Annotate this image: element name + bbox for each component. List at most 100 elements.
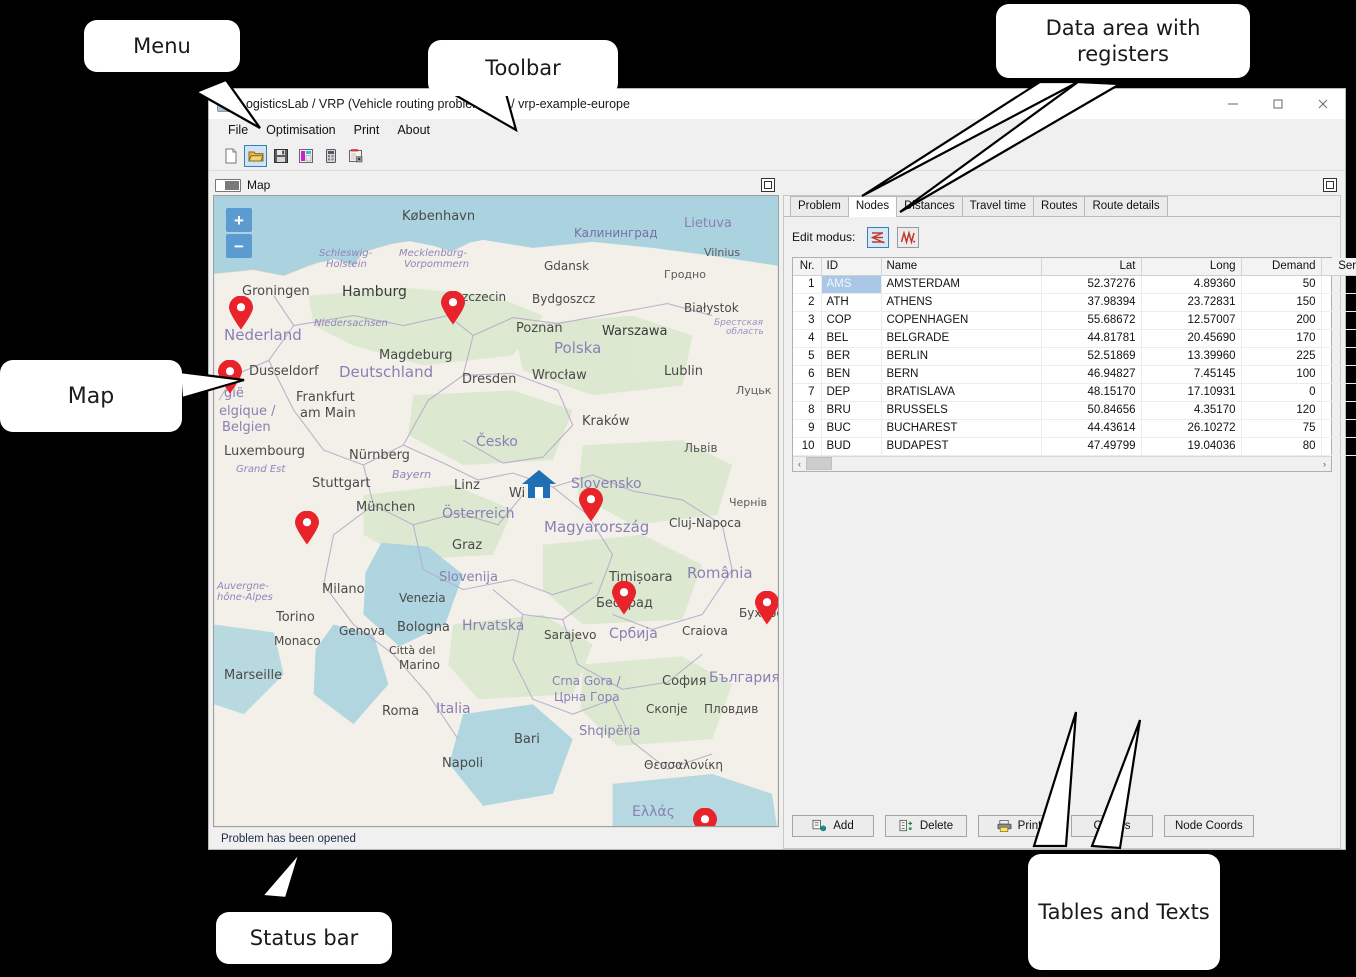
cell-name[interactable]: BERN: [881, 365, 1041, 383]
tab-travel-time[interactable]: Travel time: [962, 196, 1034, 216]
cell-long[interactable]: 23.72831: [1141, 293, 1241, 311]
scroll-thumb[interactable]: [806, 457, 832, 470]
cell-service[interactable]: 00:00: [1321, 437, 1356, 455]
new-document-icon[interactable]: [219, 145, 242, 167]
cell-lat[interactable]: 50.84656: [1041, 401, 1141, 419]
cell-lat[interactable]: 46.94827: [1041, 365, 1141, 383]
node-marker-bern[interactable]: [294, 511, 320, 545]
cell-name[interactable]: COPENHAGEN: [881, 311, 1041, 329]
table-row[interactable]: 6BENBERN46.948277.4514510000:00: [793, 365, 1356, 383]
table-row[interactable]: 5BERBERLIN52.5186913.3996022500:00: [793, 347, 1356, 365]
cell-lat[interactable]: 52.37276: [1041, 275, 1141, 293]
cell-demand[interactable]: 80: [1241, 437, 1321, 455]
node-marker-brussels[interactable]: [217, 360, 243, 394]
cell-long[interactable]: 26.10272: [1141, 419, 1241, 437]
cell-nr[interactable]: 3: [793, 311, 821, 329]
cell-demand[interactable]: 200: [1241, 311, 1321, 329]
cell-lat[interactable]: 55.68672: [1041, 311, 1141, 329]
cell-service[interactable]: 00:00: [1321, 383, 1356, 401]
close-button[interactable]: [1300, 89, 1345, 119]
table-row[interactable]: 2ATHATHENS37.9839423.7283115000:00: [793, 293, 1356, 311]
map-maximize-icon[interactable]: [761, 178, 775, 192]
cell-service[interactable]: 00:00: [1321, 329, 1356, 347]
tab-distances[interactable]: Distances: [896, 196, 963, 216]
maximize-button[interactable]: [1255, 89, 1300, 119]
column-header-service[interactable]: Service time: [1321, 258, 1356, 275]
zoom-in-button[interactable]: +: [226, 208, 252, 232]
cell-service[interactable]: 00:00: [1321, 401, 1356, 419]
cell-id[interactable]: BER: [821, 347, 881, 365]
cell-nr[interactable]: 7: [793, 383, 821, 401]
cell-service[interactable]: 00:00: [1321, 347, 1356, 365]
cell-nr[interactable]: 10: [793, 437, 821, 455]
node-marker-belgrade[interactable]: [611, 581, 637, 615]
node-marker-budapest[interactable]: [578, 488, 604, 522]
cell-nr[interactable]: 2: [793, 293, 821, 311]
menu-item-print[interactable]: Print: [345, 121, 389, 139]
cell-long[interactable]: 13.39960: [1141, 347, 1241, 365]
cell-service[interactable]: 00:00: [1321, 311, 1356, 329]
cell-id[interactable]: BRU: [821, 401, 881, 419]
cell-nr[interactable]: 4: [793, 329, 821, 347]
cell-nr[interactable]: 6: [793, 365, 821, 383]
tab-routes[interactable]: Routes: [1033, 196, 1085, 216]
column-header-nr[interactable]: Nr.: [793, 258, 821, 275]
cell-name[interactable]: AMSTERDAM: [881, 275, 1041, 293]
table-row[interactable]: 7DEPBRATISLAVA48.1517017.10931000:00: [793, 383, 1356, 401]
tab-route-details[interactable]: Route details: [1084, 196, 1167, 216]
cell-long[interactable]: 4.89360: [1141, 275, 1241, 293]
table-row[interactable]: 8BRUBRUSSELS50.846564.3517012000:00: [793, 401, 1356, 419]
save-disk-icon[interactable]: [269, 145, 292, 167]
cell-service[interactable]: 00:00: [1321, 365, 1356, 383]
node-marker-athens[interactable]: [692, 808, 718, 827]
cell-service[interactable]: 00:00: [1321, 419, 1356, 437]
cell-name[interactable]: BRATISLAVA: [881, 383, 1041, 401]
scroll-right-arrow[interactable]: ›: [1318, 459, 1331, 469]
column-header-lat[interactable]: Lat: [1041, 258, 1141, 275]
cell-demand[interactable]: 75: [1241, 419, 1321, 437]
add-button[interactable]: Add: [792, 815, 874, 837]
column-header-demand[interactable]: Demand: [1241, 258, 1321, 275]
calculator-icon[interactable]: [319, 145, 342, 167]
cell-name[interactable]: BUCHAREST: [881, 419, 1041, 437]
menu-item-optimisation[interactable]: Optimisation: [257, 121, 344, 139]
table-row[interactable]: 9BUCBUCHAREST44.4361426.102727500:00: [793, 419, 1356, 437]
cell-demand[interactable]: 120: [1241, 401, 1321, 419]
cell-lat[interactable]: 37.98394: [1041, 293, 1141, 311]
depot-marker-bratislava[interactable]: [521, 468, 557, 500]
cell-demand[interactable]: 0: [1241, 383, 1321, 401]
cell-demand[interactable]: 170: [1241, 329, 1321, 347]
cell-nr[interactable]: 9: [793, 419, 821, 437]
cell-name[interactable]: ATHENS: [881, 293, 1041, 311]
tab-nodes[interactable]: Nodes: [848, 196, 897, 217]
table-row[interactable]: 10BUDBUDAPEST47.4979919.040368000:00: [793, 437, 1356, 455]
map-toggle[interactable]: [215, 179, 241, 192]
cell-lat[interactable]: 52.51869: [1041, 347, 1141, 365]
cell-lat[interactable]: 48.15170: [1041, 383, 1141, 401]
table-row[interactable]: 1AMSAMSTERDAM52.372764.893605000:00: [793, 275, 1356, 293]
zoom-out-button[interactable]: −: [226, 234, 252, 258]
column-header-long[interactable]: Long: [1141, 258, 1241, 275]
save-report-icon[interactable]: [344, 145, 367, 167]
minimize-button[interactable]: [1210, 89, 1255, 119]
cell-nr[interactable]: 1: [793, 275, 821, 293]
cell-service[interactable]: 00:00: [1321, 275, 1356, 293]
cell-long[interactable]: 4.35170: [1141, 401, 1241, 419]
data-maximize-icon[interactable]: [1323, 178, 1337, 192]
cell-nr[interactable]: 5: [793, 347, 821, 365]
cell-name[interactable]: BERLIN: [881, 347, 1041, 365]
column-header-id[interactable]: ID: [821, 258, 881, 275]
cell-lat[interactable]: 44.81781: [1041, 329, 1141, 347]
cell-name[interactable]: BUDAPEST: [881, 437, 1041, 455]
node-marker-bucharest[interactable]: [754, 591, 779, 625]
column-header-name[interactable]: Name: [881, 258, 1041, 275]
open-folder-icon[interactable]: [244, 145, 267, 167]
cell-long[interactable]: 7.45145: [1141, 365, 1241, 383]
node-marker-berlin[interactable]: [440, 291, 466, 325]
cell-long[interactable]: 12.57007: [1141, 311, 1241, 329]
node-coords-button[interactable]: Node Coords: [1164, 815, 1254, 837]
tab-problem[interactable]: Problem: [790, 196, 849, 216]
cell-demand[interactable]: 50: [1241, 275, 1321, 293]
cell-id[interactable]: BUD: [821, 437, 881, 455]
cell-id[interactable]: BEN: [821, 365, 881, 383]
